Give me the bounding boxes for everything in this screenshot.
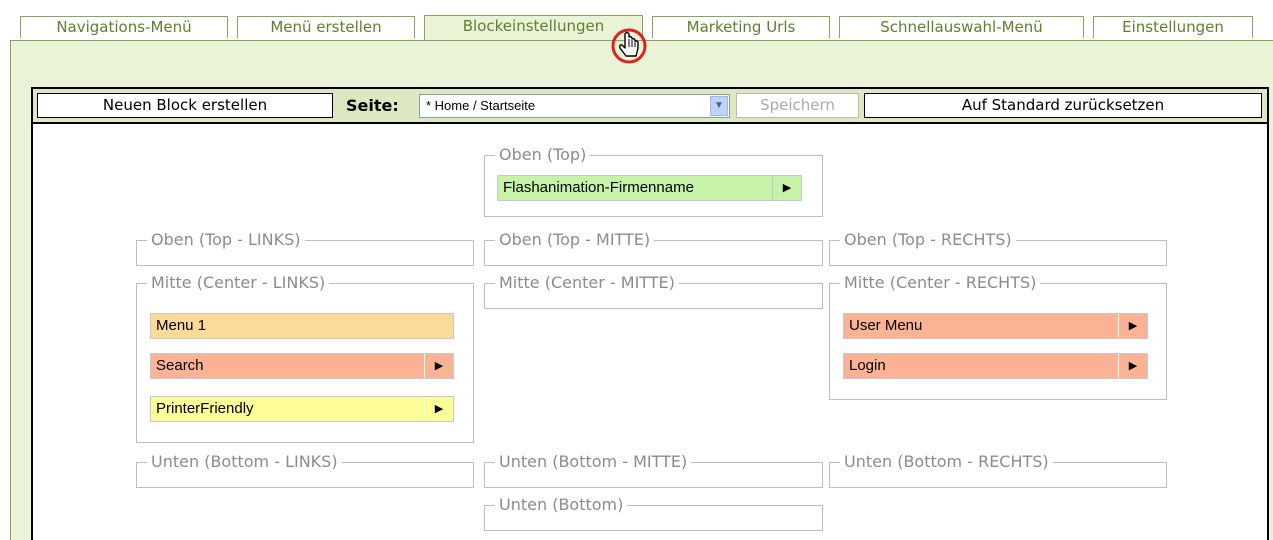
region-bottom-label: Unten (Bottom) <box>499 495 624 514</box>
region-bottom-center: Unten (Bottom - MITTE) <box>484 454 823 488</box>
block-search[interactable]: Search ▶ <box>150 353 454 379</box>
region-center-left-label: Mitte (Center - LINKS) <box>151 273 326 292</box>
page-select[interactable]: * Home / Startseite ▼ <box>419 94 730 118</box>
tab-marketing-urls[interactable]: Marketing Urls <box>652 16 830 38</box>
region-bottom-right-label: Unten (Bottom - RECHTS) <box>844 452 1049 471</box>
block-flashanimation-firmenname[interactable]: Flashanimation-Firmenname ▶ <box>497 175 802 201</box>
region-bottom-left: Unten (Bottom - LINKS) <box>136 454 474 488</box>
region-bottom-right: Unten (Bottom - RECHTS) <box>829 454 1167 488</box>
block-toolbar: Neuen Block erstellen Seite: * Home / St… <box>31 87 1269 124</box>
region-top-right: Oben (Top - RECHTS) <box>829 232 1167 266</box>
triangle-right-icon[interactable]: ▶ <box>424 397 453 421</box>
chevron-down-icon[interactable]: ▼ <box>710 96 728 116</box>
block-label: Menu 1 <box>156 317 207 334</box>
triangle-right-icon[interactable]: ▶ <box>1118 314 1147 338</box>
region-top-center: Oben (Top - MITTE) <box>484 232 823 266</box>
region-top-right-label: Oben (Top - RECHTS) <box>844 230 1012 249</box>
block-label: Login <box>849 357 886 374</box>
region-bottom-center-label: Unten (Bottom - MITTE) <box>499 452 688 471</box>
region-center-center-label: Mitte (Center - MITTE) <box>499 273 675 292</box>
block-printerfriendly[interactable]: PrinterFriendly ▶ <box>150 396 454 422</box>
triangle-right-icon[interactable]: ▶ <box>772 176 801 200</box>
region-top-left-label: Oben (Top - LINKS) <box>151 230 301 249</box>
region-bottom-left-label: Unten (Bottom - LINKS) <box>151 452 338 471</box>
tab-navigations-menu[interactable]: Navigations-Menü <box>20 16 228 38</box>
region-center-center: Mitte (Center - MITTE) <box>484 275 823 309</box>
tab-schnellauswahl-menu[interactable]: Schnellauswahl-Menü <box>839 16 1084 38</box>
region-center-right-label: Mitte (Center - RECHTS) <box>844 273 1037 292</box>
triangle-right-icon[interactable]: ▶ <box>424 354 453 378</box>
hand-pointer-icon <box>611 28 647 64</box>
block-label: Flashanimation-Firmenname <box>503 179 694 196</box>
region-top-label: Oben (Top) <box>499 145 587 164</box>
triangle-right-icon[interactable]: ▶ <box>1118 354 1147 378</box>
block-label: User Menu <box>849 317 923 334</box>
new-block-button[interactable]: Neuen Block erstellen <box>37 93 333 118</box>
region-top-center-label: Oben (Top - MITTE) <box>499 230 651 249</box>
page-select-value: * Home / Startseite <box>426 98 536 113</box>
save-button[interactable]: Speichern <box>736 93 859 118</box>
region-top-left: Oben (Top - LINKS) <box>136 232 474 266</box>
tab-einstellungen[interactable]: Einstellungen <box>1093 16 1253 38</box>
block-user-menu[interactable]: User Menu ▶ <box>843 313 1148 339</box>
region-bottom: Unten (Bottom) <box>484 497 823 531</box>
tab-menu-erstellen[interactable]: Menü erstellen <box>237 16 415 38</box>
reset-defaults-button[interactable]: Auf Standard zurücksetzen <box>864 93 1262 118</box>
block-login[interactable]: Login ▶ <box>843 353 1148 379</box>
block-label: PrinterFriendly <box>156 400 254 417</box>
block-menu-1[interactable]: Menu 1 <box>150 313 454 339</box>
layout-area: Oben (Top) Flashanimation-Firmenname ▶ O… <box>31 124 1269 540</box>
block-label: Search <box>156 357 204 374</box>
seite-label: Seite: <box>346 96 399 115</box>
